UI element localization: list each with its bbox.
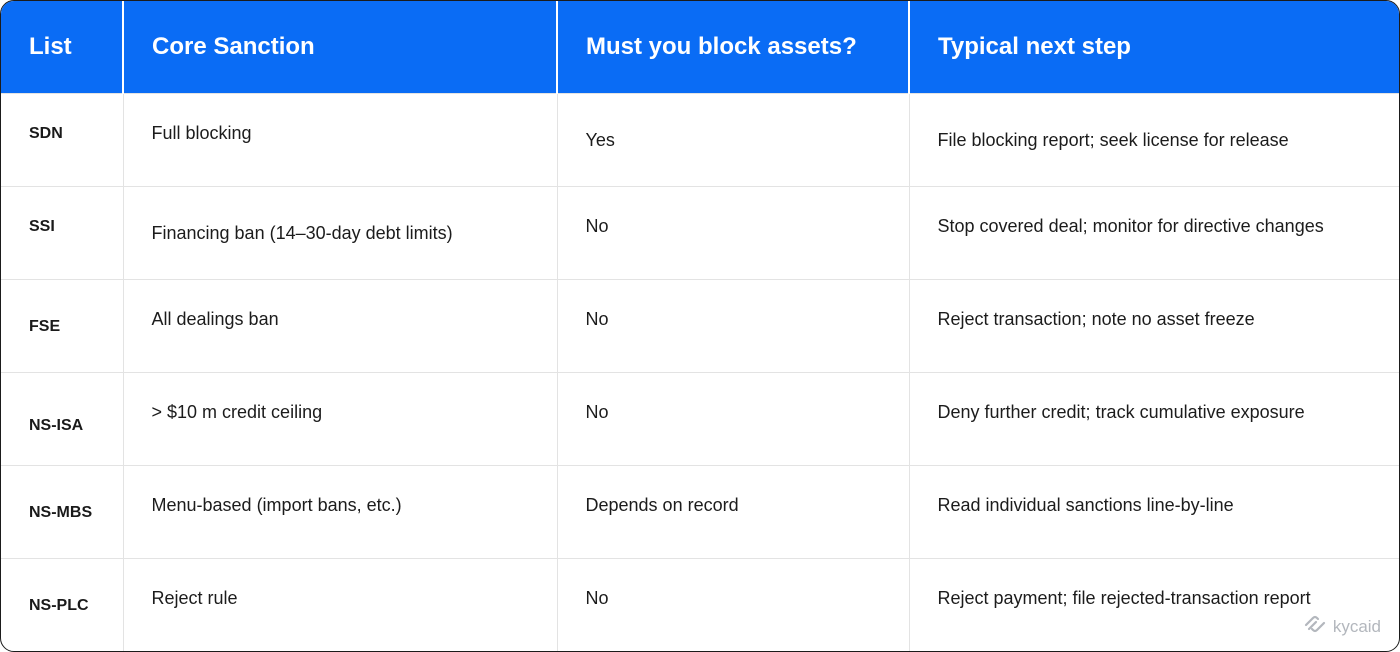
- next-step: Read individual sanctions line-by-line: [937, 494, 1234, 515]
- header-typical-next-step: Typical next step: [908, 1, 1399, 93]
- header-list: List: [29, 32, 72, 60]
- table-row: NS-ISA > $10 m credit ceiling No Deny fu…: [1, 371, 1399, 465]
- block-assets: No: [585, 308, 609, 329]
- next-step: Deny further credit; track cumulative ex…: [937, 401, 1305, 422]
- core-sanction: Menu-based (import bans, etc.): [151, 494, 402, 515]
- list-code: FSE: [29, 317, 61, 335]
- sanctions-lists-table: List Core Sanction Must you block assets…: [1, 1, 1399, 651]
- core-sanction: > $10 m credit ceiling: [151, 401, 323, 422]
- list-code: SSI: [29, 217, 55, 235]
- block-assets: No: [585, 401, 609, 422]
- core-sanction: Financing ban (14–30-day debt limits): [151, 222, 453, 243]
- block-assets: Yes: [585, 129, 615, 150]
- block-assets: No: [585, 587, 609, 608]
- table-row: NS-PLC Reject rule No Reject payment; fi…: [1, 557, 1399, 651]
- table-header-row: List Core Sanction Must you block assets…: [1, 1, 1399, 93]
- header-must-block-assets: Must you block assets?: [556, 1, 909, 93]
- next-step: Reject payment; file rejected-transactio…: [937, 587, 1311, 608]
- brand-name: kycaid: [1332, 616, 1381, 636]
- next-step: Stop covered deal; monitor for directive…: [937, 215, 1324, 236]
- list-code: NS-PLC: [29, 596, 89, 614]
- header-core-sanction: Core Sanction: [122, 1, 557, 93]
- table-row: SDN Full blocking Yes File blocking repo…: [1, 92, 1399, 186]
- list-code: SDN: [29, 124, 63, 142]
- sanctions-table-card: List Core Sanction Must you block assets…: [0, 0, 1400, 652]
- table-row: SSI Financing ban (14–30-day debt limits…: [1, 185, 1399, 279]
- next-step: File blocking report; seek license for r…: [937, 129, 1289, 150]
- core-sanction: Full blocking: [151, 122, 252, 143]
- table-row: FSE All dealings ban No Reject transacti…: [1, 278, 1399, 372]
- next-step: Reject transaction; note no asset freeze: [937, 308, 1255, 329]
- block-assets: Depends on record: [585, 494, 739, 515]
- block-assets: No: [585, 215, 609, 236]
- list-code: NS-ISA: [29, 416, 84, 434]
- kycaid-logo-icon: [1303, 614, 1327, 639]
- table-row: NS-MBS Menu-based (import bans, etc.) De…: [1, 464, 1399, 558]
- core-sanction: Reject rule: [151, 587, 238, 608]
- core-sanction: All dealings ban: [151, 308, 279, 329]
- brand-logo: kycaid: [1303, 614, 1381, 639]
- list-code: NS-MBS: [29, 503, 93, 521]
